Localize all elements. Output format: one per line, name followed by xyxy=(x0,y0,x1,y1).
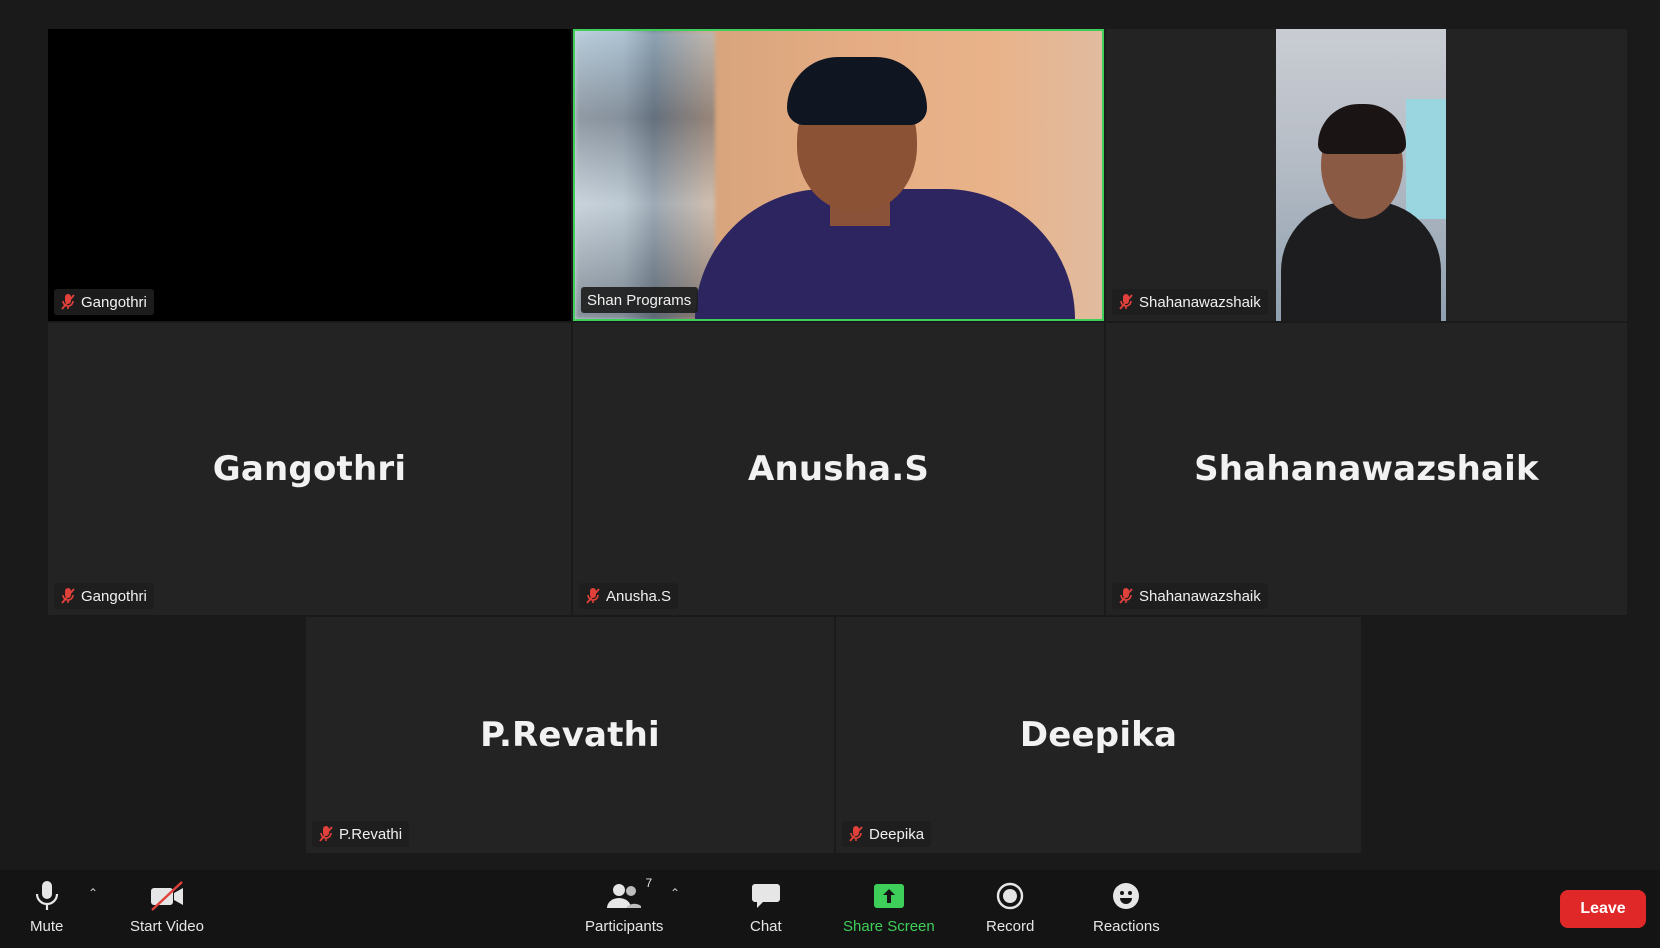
name-label: Shahanawazshaik xyxy=(1112,289,1268,315)
record-button[interactable]: Record xyxy=(986,878,1034,935)
participant-display-name: P.Revathi xyxy=(480,715,660,755)
video-tile-shahanawazshaik[interactable]: Shahanawazshaik xyxy=(1106,29,1627,321)
muted-mic-icon xyxy=(586,588,600,604)
participant-display-name: Shahanawazshaik xyxy=(1194,449,1539,489)
muted-mic-icon xyxy=(61,588,75,604)
mute-button[interactable]: Mute xyxy=(30,878,63,935)
video-tile-anusha[interactable]: Anusha.S Anusha.S xyxy=(573,323,1104,615)
video-tile-shan-programs[interactable]: Shan Programs xyxy=(573,29,1104,321)
video-off-icon xyxy=(150,881,183,911)
name-label: Deepika xyxy=(842,821,932,847)
video-tile-gangothri[interactable]: Gangothri xyxy=(48,29,571,321)
name-label: P.Revathi xyxy=(312,821,410,847)
leave-button[interactable]: Leave xyxy=(1560,890,1646,928)
record-label: Record xyxy=(986,918,1035,935)
caret-up-icon[interactable]: ⌃ xyxy=(88,886,98,900)
reactions-icon xyxy=(1113,883,1140,909)
participant-name: Shahanawazshaik xyxy=(1139,293,1261,311)
video-tile-deepika[interactable]: Deepika Deepika xyxy=(836,617,1361,853)
participants-icon xyxy=(607,884,642,908)
start-video-label: Start Video xyxy=(130,918,204,935)
muted-mic-icon xyxy=(1119,588,1133,604)
participant-display-name: Gangothri xyxy=(212,449,407,489)
reactions-label: Reactions xyxy=(1093,918,1160,935)
share-screen-label: Share Screen xyxy=(843,918,935,935)
video-tile-revathi[interactable]: P.Revathi P.Revathi xyxy=(306,617,834,853)
chat-icon xyxy=(751,884,780,908)
caret-up-icon[interactable]: ⌃ xyxy=(670,886,680,900)
meeting-toolbar: Mute ⌃ Start Video 7 Participants ⌃ Chat… xyxy=(0,870,1660,948)
name-label: Gangothri xyxy=(54,289,154,315)
video-feed xyxy=(1276,29,1446,321)
mic-icon xyxy=(35,881,58,910)
participants-button[interactable]: 7 Participants xyxy=(585,876,664,935)
video-feed xyxy=(575,31,1102,319)
record-icon xyxy=(996,882,1024,910)
muted-mic-icon xyxy=(61,294,75,310)
participants-label: Participants xyxy=(585,918,664,935)
mute-label: Mute xyxy=(30,918,64,935)
participant-name: Shan Programs xyxy=(587,291,692,309)
participant-name: Shahanawazshaik xyxy=(1139,587,1261,605)
participant-name: Deepika xyxy=(869,825,925,843)
participant-display-name: Deepika xyxy=(1019,715,1178,755)
start-video-button[interactable]: Start Video xyxy=(130,878,204,935)
video-tile-shahanawazshaik-avatar[interactable]: Shahanawazshaik Shahanawazshaik xyxy=(1106,323,1627,615)
name-label: Gangothri xyxy=(54,583,154,609)
muted-mic-icon xyxy=(849,826,863,842)
chat-button[interactable]: Chat xyxy=(750,878,782,935)
name-label: Shan Programs xyxy=(581,287,699,313)
chat-label: Chat xyxy=(750,918,782,935)
participant-name: Anusha.S xyxy=(606,587,672,605)
participants-count: 7 xyxy=(645,876,653,890)
participant-name: Gangothri xyxy=(81,293,147,311)
participant-name: Gangothri xyxy=(81,587,147,605)
participant-display-name: Anusha.S xyxy=(747,449,930,489)
share-screen-button[interactable]: Share Screen xyxy=(843,878,935,935)
share-screen-icon xyxy=(873,884,904,908)
name-label: Shahanawazshaik xyxy=(1112,583,1268,609)
muted-mic-icon xyxy=(319,826,333,842)
participant-name: P.Revathi xyxy=(339,825,403,843)
name-label: Anusha.S xyxy=(579,583,679,609)
muted-mic-icon xyxy=(1119,294,1133,310)
video-tile-gangothri-avatar[interactable]: Gangothri Gangothri xyxy=(48,323,571,615)
reactions-button[interactable]: Reactions xyxy=(1093,878,1160,935)
